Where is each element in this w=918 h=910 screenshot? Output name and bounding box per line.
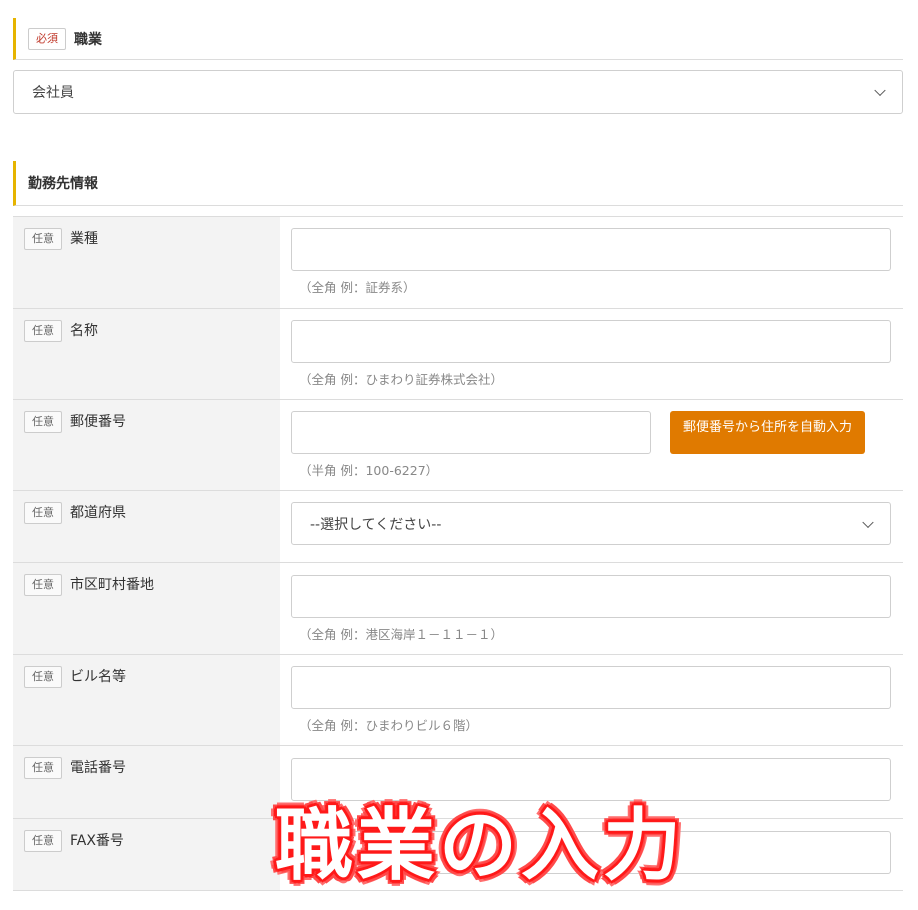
overlay-caption: 職業の入力	[274, 801, 685, 891]
prefecture-select[interactable]: --選択してください--	[291, 502, 891, 545]
address-hint: （全角 例：港区海岸１－１１－１）	[299, 627, 503, 642]
company-name-hint: （全角 例：ひまわり証券株式会社）	[299, 372, 503, 387]
phone-label: 電話番号	[70, 760, 126, 776]
prefecture-selected-value: --選択してください--	[310, 516, 442, 533]
postal-code-label: 郵便番号	[70, 414, 126, 430]
occupation-selected-value: 会社員	[32, 85, 74, 101]
optional-badge: 任意	[24, 228, 62, 250]
industry-label: 業種	[70, 231, 98, 247]
postal-code-input[interactable]	[291, 411, 651, 454]
row-label-cell: 任意 業種	[13, 217, 280, 308]
company-name-label: 名称	[70, 323, 98, 339]
row-label-cell: 任意 都道府県	[13, 491, 280, 562]
row-label-cell: 任意 市区町村番地	[13, 563, 280, 654]
address-label: 市区町村番地	[70, 577, 154, 593]
industry-hint: （全角 例：証券系）	[299, 280, 416, 295]
chevron-down-icon	[874, 84, 886, 97]
row-label-cell: 任意 名称	[13, 309, 280, 399]
employer-info-title: 勤務先情報	[28, 176, 98, 192]
row-label-cell: 任意 郵便番号	[13, 400, 280, 490]
table-row-address: 任意 市区町村番地 （全角 例：港区海岸１－１１－１）	[13, 563, 903, 655]
table-row-industry: 任意 業種 （全角 例：証券系）	[13, 217, 903, 309]
required-badge: 必須	[28, 27, 66, 50]
employer-info-heading: 勤務先情報	[13, 161, 903, 206]
occupation-select[interactable]: 会社員	[13, 70, 903, 114]
postal-code-hint: （半角 例：100-6227）	[299, 463, 439, 478]
company-name-input[interactable]	[291, 320, 891, 363]
occupation-label: 職業	[74, 31, 102, 48]
optional-badge: 任意	[24, 830, 62, 852]
optional-badge: 任意	[24, 757, 62, 779]
optional-badge: 任意	[24, 320, 62, 342]
prefecture-label: 都道府県	[70, 505, 126, 521]
optional-badge: 任意	[24, 502, 62, 524]
address-input[interactable]	[291, 575, 891, 618]
chevron-down-icon	[862, 516, 874, 528]
table-row-prefecture: 任意 都道府県 --選択してください--	[13, 491, 903, 563]
building-input[interactable]	[291, 666, 891, 709]
occupation-heading: 必須 職業	[13, 18, 903, 60]
optional-badge: 任意	[24, 666, 62, 688]
table-row-company-name: 任意 名称 （全角 例：ひまわり証券株式会社）	[13, 309, 903, 400]
employer-info-table: 任意 業種 （全角 例：証券系） 任意 名称 （全角 例：ひまわり証券株式会社）…	[13, 216, 903, 891]
table-row-building: 任意 ビル名等 （全角 例：ひまわりビル６階）	[13, 655, 903, 746]
fax-label: FAX番号	[70, 833, 124, 849]
optional-badge: 任意	[24, 411, 62, 433]
industry-input[interactable]	[291, 228, 891, 271]
optional-badge: 任意	[24, 574, 62, 596]
table-row-postal-code: 任意 郵便番号 郵便番号から住所を自動入力 （半角 例：100-6227）	[13, 400, 903, 491]
building-hint: （全角 例：ひまわりビル６階）	[299, 718, 478, 733]
building-label: ビル名等	[70, 669, 126, 685]
postal-autofill-button[interactable]: 郵便番号から住所を自動入力	[670, 411, 865, 454]
row-label-cell: 任意 ビル名等	[13, 655, 280, 745]
